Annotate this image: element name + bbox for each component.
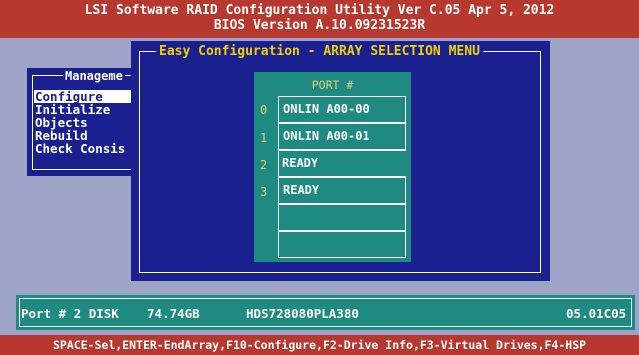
key-help-bar: SPACE-Sel,ENTER-EndArray,F10-Configure,F… [0,335,639,355]
port-slot-2-highlight: READY [282,156,319,170]
management-menu: Manageme Configure Initialize Objects Re… [27,68,139,176]
port-number-0: 0 [260,103,268,117]
port-slot-2[interactable]: READY [278,150,406,177]
port-slot-5[interactable] [278,231,406,258]
port-slot-1[interactable]: ONLIN A00-01 [278,123,406,150]
drive-status-bar: Port # 2 DISK 74.74GB HDS728080PLA380 05… [16,295,635,330]
status-port-disk: Port # 2 DISK [21,306,119,321]
title-line-2: BIOS Version A.10.09231523R [213,18,426,33]
port-slot-0[interactable]: ONLIN A00-00 [278,96,406,123]
management-menu-title: Manageme [63,69,125,83]
port-header: PORT # [311,78,354,92]
port-slot-4[interactable] [278,204,406,231]
status-model: HDS728080PLA380 [246,306,359,321]
port-number-3: 3 [260,185,268,199]
status-firmware: 05.01C05 [566,306,627,321]
easy-configuration-title: Easy Configuration - ARRAY SELECTION MEN… [156,44,483,59]
port-selection-panel: PORT # 0 ONLIN A00-00 1 ONLIN A00-01 2 R… [254,72,411,262]
port-slot-3[interactable]: READY [278,177,406,204]
title-line-1: LSI Software RAID Configuration Utility … [84,3,555,18]
menu-item-check-consistency[interactable]: Check Consis [34,142,125,155]
status-size: 74.74GB [147,306,200,321]
title-bar: LSI Software RAID Configuration Utility … [0,0,639,38]
port-number-1: 1 [260,131,268,145]
port-number-2: 2 [260,158,268,172]
